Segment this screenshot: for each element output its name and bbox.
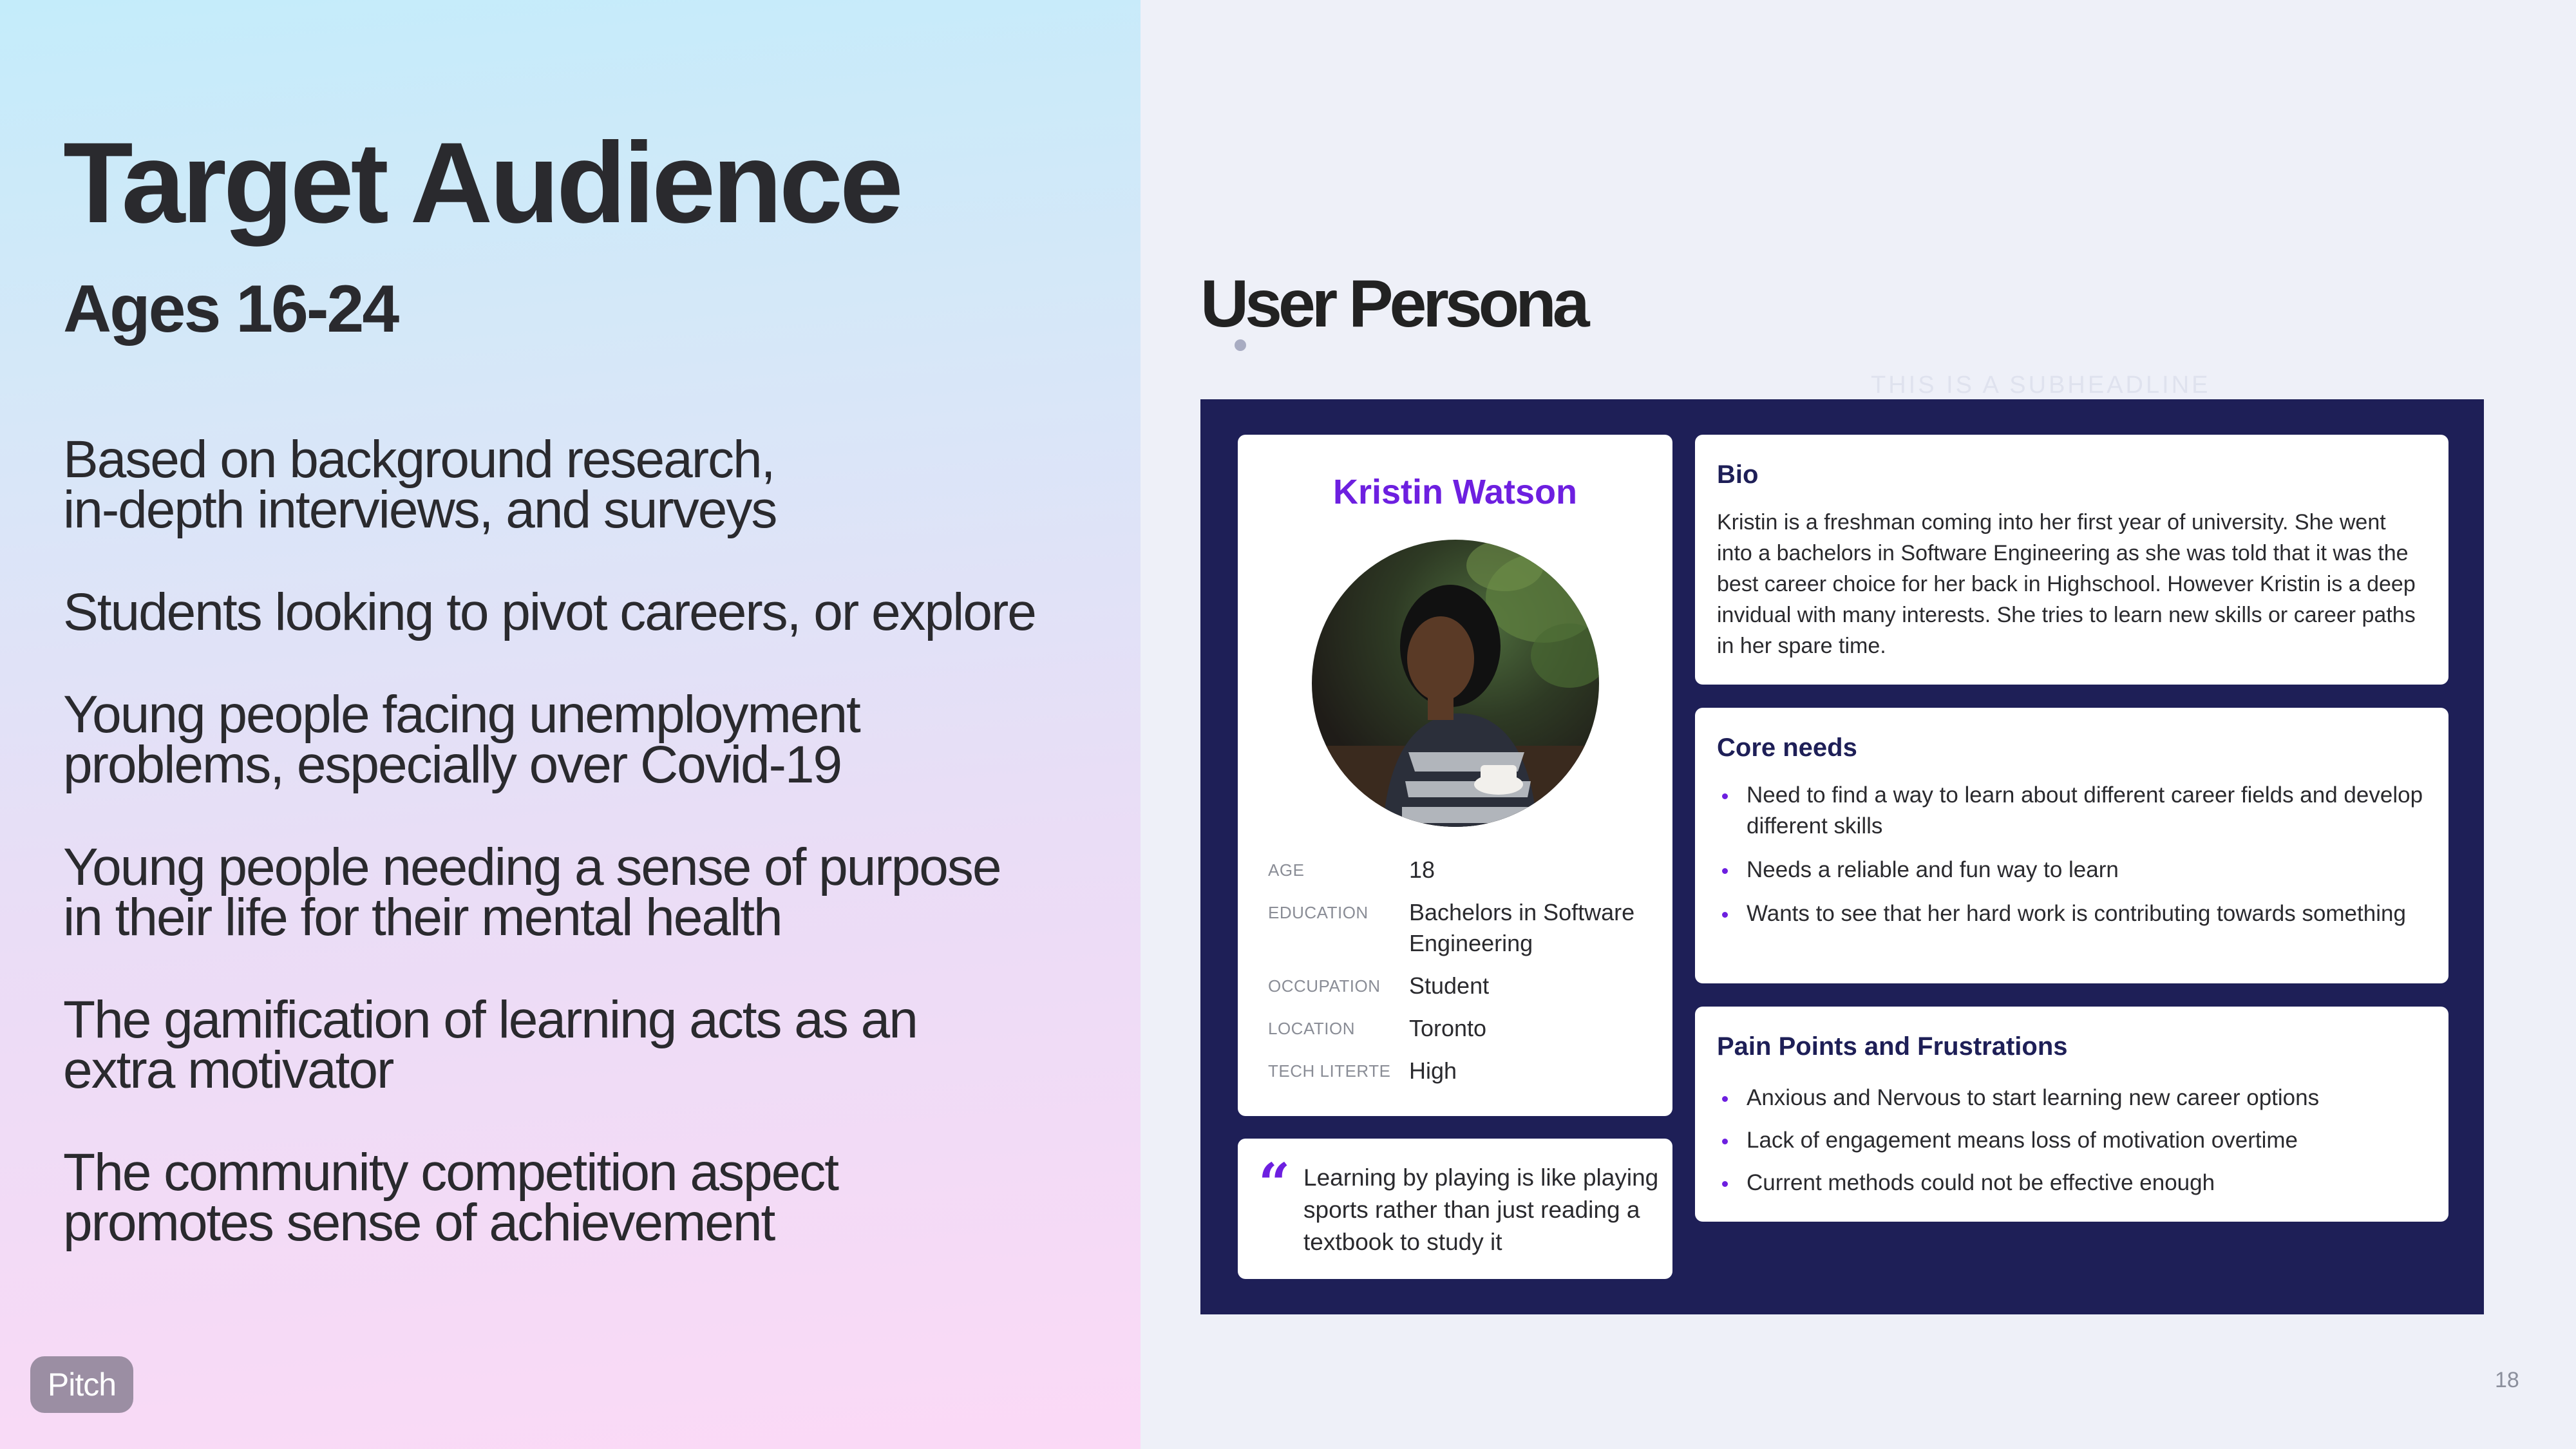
quote-icon: “ [1258,1151,1291,1217]
attribute-value: 18 [1409,857,1435,883]
attribute-row: EDUCATION Bachelors in Software Engineer… [1268,897,1661,959]
list-item: Wants to see that her hard work is contr… [1717,898,2425,929]
profile-card: Kristin Watson AGE 18 EDUCATION Bachelor… [1238,435,1672,1116]
core-needs-card: Core needs Need to find a way to learn a… [1695,708,2448,983]
list-item: Need to find a way to learn about differ… [1717,780,2425,842]
page-title: Target Audience [63,118,904,247]
attribute-label: LOCATION [1268,1019,1355,1038]
attribute-label: OCCUPATION [1268,976,1381,996]
list-item: Anxious and Nervous to start learning ne… [1717,1083,2425,1113]
age-range-subtitle: Ages 16-24 [63,272,399,346]
audience-point: The gamification of learning acts as an … [63,990,918,1099]
audience-point: The community competition aspect promote… [63,1143,839,1252]
attribute-row: LOCATION Toronto [1268,1013,1661,1044]
list-item: Needs a reliable and fun way to learn [1717,855,2425,886]
audience-point: Young people needing a sense of purpose … [63,838,1002,947]
persona-name: Kristin Watson [1332,473,1577,511]
attribute-row: AGE 18 [1268,855,1661,886]
persona-photo-illustration [1312,540,1599,827]
attribute-value: Student [1409,972,1490,999]
audience-point: Young people facing unemployment problem… [63,685,861,794]
bio-card: Bio Kristin is a freshman coming into he… [1695,435,2448,685]
subheadline: THIS IS A SUBHEADLINE [1871,372,2211,399]
persona-attributes: AGE 18 EDUCATION Bachelors in Software E… [1268,855,1661,1098]
pain-points-card: Pain Points and Frustrations Anxious and… [1695,1007,2448,1222]
attribute-row: TECH LITERTE High [1268,1056,1661,1086]
pain-points-list: Anxious and Nervous to start learning ne… [1717,1083,2425,1210]
attribute-label: EDUCATION [1268,903,1368,922]
persona-quote: Learning by playing is like playing spor… [1303,1164,1659,1255]
audience-point: Students looking to pivot careers, or ex… [63,583,1037,641]
audience-point: Based on background research, in-depth i… [63,430,777,539]
target-audience-panel: Target Audience Ages 16-24 Based on back… [0,0,1141,1449]
persona-photo [1312,540,1599,827]
pitch-logo-button[interactable]: Pitch [30,1356,133,1413]
bio-text: Kristin is a freshman coming into her fi… [1717,510,2416,658]
list-item: Current methods could not be effective e… [1717,1168,2425,1198]
attribute-value: Bachelors in Software Engineering [1409,899,1635,956]
decorative-dot [1235,339,1246,351]
quote-card: “ Learning by playing is like playing sp… [1238,1139,1672,1279]
attribute-value: Toronto [1409,1015,1487,1041]
bio-title: Bio [1717,460,1759,489]
list-item: Lack of engagement means loss of motivat… [1717,1125,2425,1156]
core-needs-title: Core needs [1717,734,1857,762]
attribute-label: AGE [1268,860,1305,880]
core-needs-list: Need to find a way to learn about differ… [1717,780,2425,942]
attribute-row: OCCUPATION Student [1268,971,1661,1001]
page-number: 18 [2495,1368,2519,1392]
pain-points-title: Pain Points and Frustrations [1717,1032,2068,1061]
persona-heading: User Persona [1200,267,1590,341]
attribute-value: High [1409,1057,1457,1084]
attribute-label: TECH LITERTE [1268,1061,1391,1081]
audience-points: Based on background research, in-depth i… [63,430,1119,1300]
